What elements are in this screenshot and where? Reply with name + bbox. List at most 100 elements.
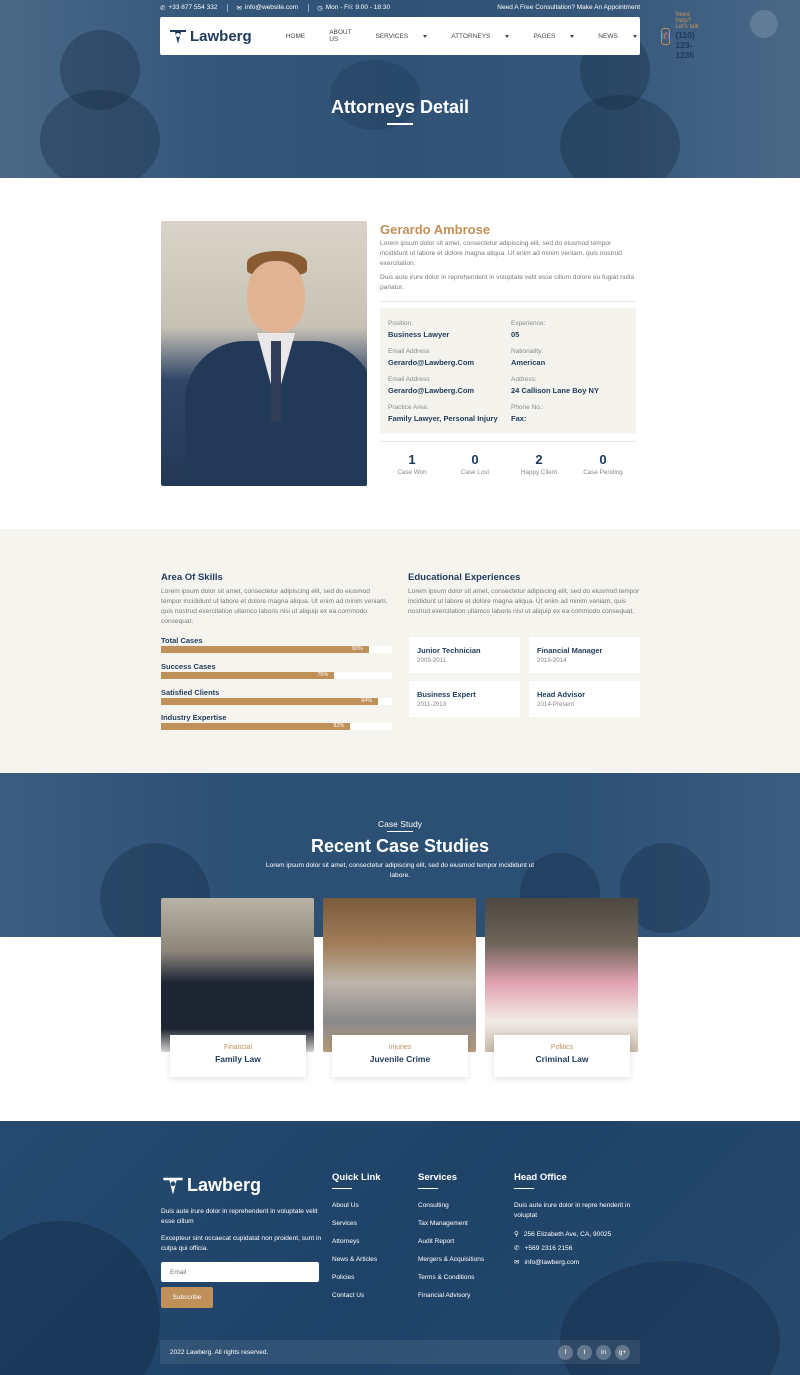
mail-icon: ✉ [236,4,242,12]
education-years: 2009-2011 [417,657,447,664]
case-image-juvenile-crime[interactable] [323,898,476,1052]
office-phone[interactable]: ✆ +569 2316 2156 [514,1244,572,1254]
education-card: Head Advisor 2014-Present [529,681,640,717]
skills-section [0,529,800,773]
attorney-description: Lorem ipsum dolor sit amet, consectetur … [380,240,622,267]
case-image-criminal-law[interactable] [485,898,638,1052]
footer-quick-link[interactable]: Attorneys [332,1238,359,1245]
top-bar: ✆ +33 877 554 332 ✉ info@website.com ◷ Mon … [160,0,640,15]
case-title[interactable]: Juvenile Crime [332,1054,468,1064]
info-item: Phone No.: Fax: [511,404,544,423]
case-study-title: Recent Case Studies [310,836,490,856]
topbar-email[interactable]: info@website.com [245,4,298,11]
navbar: Lawberg HOME ABOUT US SERVICES ATTORNEYS PAG… [160,12,699,60]
nav-item-pages[interactable]: PAGES [533,29,586,43]
stat-label: Happy Client [520,469,558,476]
case-title[interactable]: Family Law [170,1054,306,1064]
phone-icon: ✆ [160,4,166,12]
case-study-description: Lorem ipsum dolor sit amet, consectetur … [265,862,535,879]
stat-label: Case Pending [583,469,623,476]
nav-item-services[interactable]: SERVICES [375,29,439,43]
education-card: Business Expert 2011-2013 [409,681,520,717]
linkedin-icon[interactable]: in [596,1344,611,1360]
info-value: 05 [511,330,520,339]
facebook-icon[interactable]: f [558,1344,573,1360]
case-image-family-law[interactable] [161,898,314,1052]
skill-percent: 82% [161,723,351,730]
info-value: Gerardo@Lawberg.Com [388,358,475,367]
attorney-photo [161,221,367,486]
footer-quick-link[interactable]: About Us [332,1202,359,1209]
pen-logo-icon [170,30,186,44]
help-contact[interactable]: ✆ Need Help? Let's talk (110) 123-1235 [660,12,702,60]
help-phone[interactable]: (110) 123-1235 [675,30,702,60]
divider [227,3,229,12]
case-card-family-law[interactable]: Financial Family Law [170,1035,306,1077]
info-item: Nationality: American [511,348,545,367]
appointment-link[interactable]: Need A Free Consultation? Make An Appoin… [497,4,640,11]
footer-about: Duis aute irure dolor in reprehenderit i… [161,1208,318,1225]
divider [380,441,636,442]
topbar-phone[interactable]: +33 877 554 332 [168,4,217,11]
newsletter-email-input[interactable] [161,1262,319,1282]
skill-progress-bar: 90% [161,646,392,653]
nav-item-label: PAGES [533,32,556,40]
nav-item-home[interactable]: HOME [286,29,318,43]
education-role: Financial Manager [537,646,603,655]
footer-quick-link[interactable]: Services [332,1220,357,1227]
footer-service-link[interactable]: Consulting [418,1202,449,1209]
chevron-down-icon [570,34,575,38]
footer-quick-link[interactable]: News & Articles [332,1256,377,1263]
footer-service-link[interactable]: Financial Advisory [418,1292,470,1299]
nav-item-attorneys[interactable]: ATTORNEYS [451,29,521,43]
footer-service-link[interactable]: Tax Management [418,1220,468,1227]
skill-label: Total Cases [161,636,203,645]
footer-service-link[interactable]: Audit Report [418,1238,454,1245]
info-value: Fax: [511,414,527,423]
case-card-criminal-law[interactable]: Politics Criminal Law [494,1035,630,1077]
attorney-info-box: Position: Business Lawyer Experience: 05 Ema… [380,308,636,433]
nav-item-label: ATTORNEYS [451,32,491,40]
info-value: Gerardo@Lawberg.Com [388,386,475,395]
subscribe-button[interactable]: Subscribe [161,1287,213,1308]
info-label: Practice Area: [388,404,429,411]
stat-number: 0 [599,452,607,467]
copyright-text: 2022 Lawberg. All rights reserved. [170,1348,269,1356]
footer-service-link[interactable]: Mergers & Acquisitions [418,1256,484,1263]
office-email[interactable]: ✉ info@lawberg.com [514,1258,579,1268]
heading-underline [514,1188,534,1189]
google-plus-icon[interactable]: g+ [615,1344,630,1360]
education-role: Business Expert [417,690,476,699]
clock-icon: ◷ [317,4,323,12]
nav-item-about-us[interactable]: ABOUT US [329,29,363,43]
skill-label: Satisfied Clients [161,688,220,697]
skill-progress-bar: 75% [161,672,392,679]
logo-text: Lawberg [190,27,252,45]
nav-item-label: HOME [285,32,306,40]
info-item: Email Address Gerardo@Lawberg.Com [388,376,474,395]
case-category: Politics [550,1044,574,1051]
skill-percent: 75% [161,672,335,679]
footer-logo[interactable]: Lawberg [161,1174,261,1196]
skills-title: Area Of Skills [161,572,223,583]
education-years: 2011-2013 [417,701,447,708]
phone-icon: ✆ [514,1245,520,1252]
email-text[interactable]: info@lawberg.com [525,1258,580,1268]
nav-item-label: SERVICES [375,32,409,40]
case-title[interactable]: Criminal Law [494,1054,630,1064]
info-value: Family Lawyer, Personal Injury [388,414,498,423]
info-label: Phone No.: [511,404,544,411]
footer-quick-link[interactable]: Contact Us [332,1292,364,1299]
divider [308,3,310,12]
nav-item-news[interactable]: NEWS [598,29,649,43]
stat-number: 2 [535,452,543,467]
footer-service-link[interactable]: Terms & Conditions [418,1274,474,1281]
case-category: Financial [223,1044,252,1051]
logo[interactable]: Lawberg [168,27,252,45]
twitter-icon[interactable]: t [577,1344,592,1360]
footer-quick-link[interactable]: Policies [332,1274,354,1281]
case-card-juvenile-crime[interactable]: Injuries Juvenile Crime [332,1035,468,1077]
phone-text[interactable]: +569 2316 2156 [525,1244,573,1254]
skill-label: Success Cases [161,662,216,671]
education-title: Educational Experiences [408,572,521,583]
